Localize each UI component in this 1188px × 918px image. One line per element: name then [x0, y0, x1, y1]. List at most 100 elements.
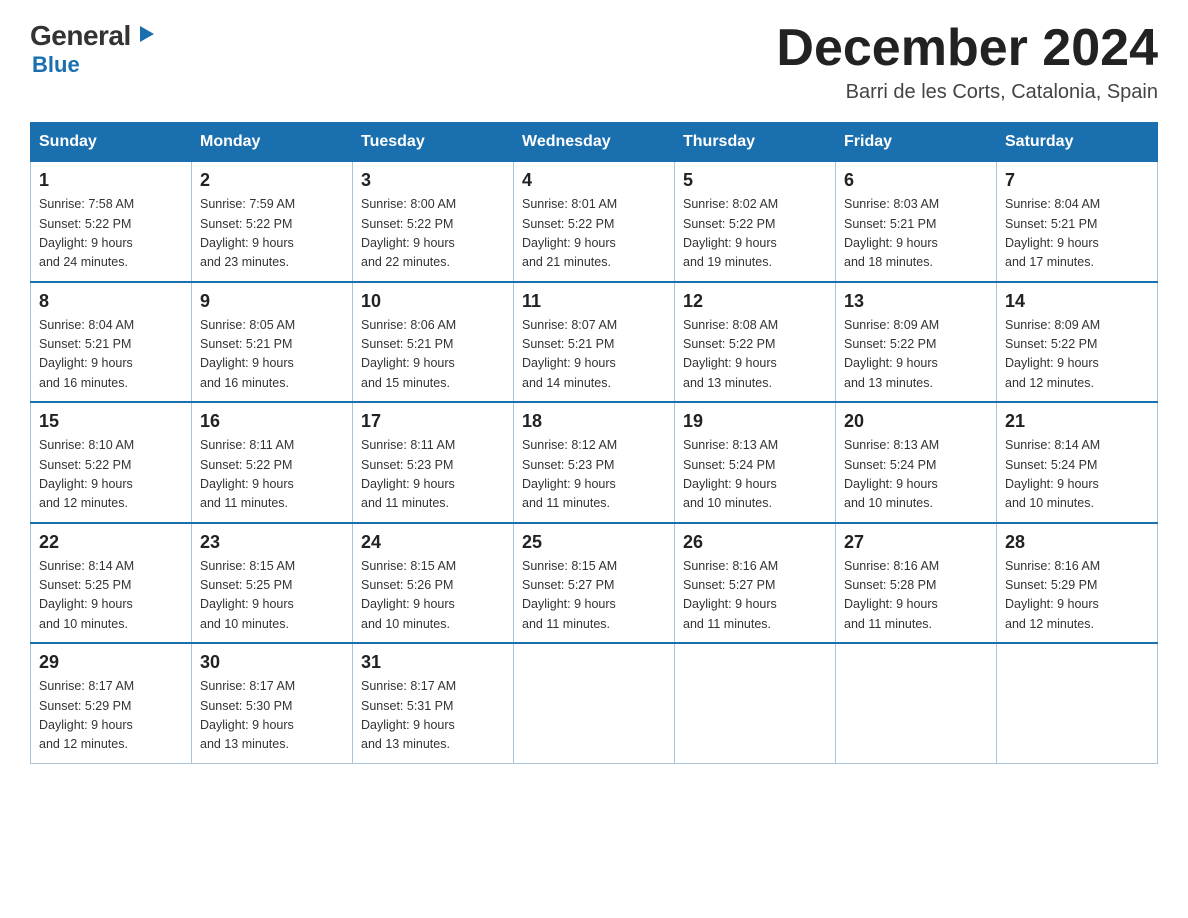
day-info: Sunrise: 7:59 AM Sunset: 5:22 PM Dayligh…: [200, 195, 344, 273]
day-number: 18: [522, 411, 666, 432]
day-number: 3: [361, 170, 505, 191]
day-info: Sunrise: 8:02 AM Sunset: 5:22 PM Dayligh…: [683, 195, 827, 273]
calendar-week-row: 8 Sunrise: 8:04 AM Sunset: 5:21 PM Daylig…: [31, 282, 1158, 403]
day-number: 27: [844, 532, 988, 553]
calendar-cell: 22 Sunrise: 8:14 AM Sunset: 5:25 PM Dayli…: [31, 523, 192, 644]
day-number: 11: [522, 291, 666, 312]
day-info: Sunrise: 8:17 AM Sunset: 5:31 PM Dayligh…: [361, 677, 505, 755]
calendar-cell: [997, 643, 1158, 763]
day-number: 5: [683, 170, 827, 191]
calendar-cell: 17 Sunrise: 8:11 AM Sunset: 5:23 PM Dayli…: [353, 402, 514, 523]
day-number: 7: [1005, 170, 1149, 191]
header-friday: Friday: [836, 123, 997, 162]
calendar-cell: 12Sunrise: 8:08 AM Sunset: 5:22 PM Dayli…: [675, 282, 836, 403]
calendar-week-row: 22 Sunrise: 8:14 AM Sunset: 5:25 PM Dayli…: [31, 523, 1158, 644]
calendar-cell: 26Sunrise: 8:16 AM Sunset: 5:27 PM Dayli…: [675, 523, 836, 644]
calendar-cell: 9 Sunrise: 8:05 AM Sunset: 5:21 PM Daylig…: [192, 282, 353, 403]
calendar-cell: 8 Sunrise: 8:04 AM Sunset: 5:21 PM Daylig…: [31, 282, 192, 403]
day-info: Sunrise: 8:15 AM Sunset: 5:27 PM Dayligh…: [522, 557, 666, 635]
day-info: Sunrise: 8:13 AM Sunset: 5:24 PM Dayligh…: [844, 436, 988, 514]
day-number: 12: [683, 291, 827, 312]
day-number: 22: [39, 532, 183, 553]
header-thursday: Thursday: [675, 123, 836, 162]
day-number: 23: [200, 532, 344, 553]
logo-blue-text: Blue: [32, 52, 80, 78]
day-info: Sunrise: 8:00 AM Sunset: 5:22 PM Dayligh…: [361, 195, 505, 273]
day-number: 30: [200, 652, 344, 673]
calendar-cell: 25 Sunrise: 8:15 AM Sunset: 5:27 PM Dayli…: [514, 523, 675, 644]
calendar-cell: [675, 643, 836, 763]
day-info: Sunrise: 8:16 AM Sunset: 5:29 PM Dayligh…: [1005, 557, 1149, 635]
day-number: 9: [200, 291, 344, 312]
header-saturday: Saturday: [997, 123, 1158, 162]
day-number: 6: [844, 170, 988, 191]
day-info: Sunrise: 8:11 AM Sunset: 5:22 PM Dayligh…: [200, 436, 344, 514]
day-number: 20: [844, 411, 988, 432]
header-tuesday: Tuesday: [353, 123, 514, 162]
calendar-cell: 16 Sunrise: 8:11 AM Sunset: 5:22 PM Dayli…: [192, 402, 353, 523]
day-number: 16: [200, 411, 344, 432]
day-info: Sunrise: 8:05 AM Sunset: 5:21 PM Dayligh…: [200, 316, 344, 394]
day-number: 10: [361, 291, 505, 312]
logo-general-text: General: [30, 20, 131, 52]
day-info: Sunrise: 8:10 AM Sunset: 5:22 PM Dayligh…: [39, 436, 183, 514]
day-number: 26: [683, 532, 827, 553]
day-info: Sunrise: 8:09 AM Sunset: 5:22 PM Dayligh…: [844, 316, 988, 394]
day-number: 21: [1005, 411, 1149, 432]
day-info: Sunrise: 8:09 AM Sunset: 5:22 PM Dayligh…: [1005, 316, 1149, 394]
day-number: 13: [844, 291, 988, 312]
calendar-cell: [514, 643, 675, 763]
logo: General Blue: [30, 20, 156, 78]
day-info: Sunrise: 8:04 AM Sunset: 5:21 PM Dayligh…: [1005, 195, 1149, 273]
day-info: Sunrise: 8:14 AM Sunset: 5:25 PM Dayligh…: [39, 557, 183, 635]
calendar-cell: 29 Sunrise: 8:17 AM Sunset: 5:29 PM Dayli…: [31, 643, 192, 763]
location-subtitle: Barri de les Corts, Catalonia, Spain: [776, 81, 1158, 104]
day-info: Sunrise: 8:01 AM Sunset: 5:22 PM Dayligh…: [522, 195, 666, 273]
day-info: Sunrise: 8:07 AM Sunset: 5:21 PM Dayligh…: [522, 316, 666, 394]
calendar-cell: 24Sunrise: 8:15 AM Sunset: 5:26 PM Dayli…: [353, 523, 514, 644]
header-wednesday: Wednesday: [514, 123, 675, 162]
day-info: Sunrise: 8:17 AM Sunset: 5:29 PM Dayligh…: [39, 677, 183, 755]
day-number: 28: [1005, 532, 1149, 553]
logo-triangle-icon: [134, 23, 156, 50]
calendar-cell: 1Sunrise: 7:58 AM Sunset: 5:22 PM Daylig…: [31, 162, 192, 282]
day-number: 15: [39, 411, 183, 432]
day-info: Sunrise: 8:13 AM Sunset: 5:24 PM Dayligh…: [683, 436, 827, 514]
calendar-week-row: 15 Sunrise: 8:10 AM Sunset: 5:22 PM Dayli…: [31, 402, 1158, 523]
calendar-week-row: 1Sunrise: 7:58 AM Sunset: 5:22 PM Daylig…: [31, 162, 1158, 282]
calendar-cell: 30 Sunrise: 8:17 AM Sunset: 5:30 PM Dayli…: [192, 643, 353, 763]
day-info: Sunrise: 8:17 AM Sunset: 5:30 PM Dayligh…: [200, 677, 344, 755]
calendar-cell: 19Sunrise: 8:13 AM Sunset: 5:24 PM Dayli…: [675, 402, 836, 523]
day-number: 14: [1005, 291, 1149, 312]
calendar-cell: 27Sunrise: 8:16 AM Sunset: 5:28 PM Dayli…: [836, 523, 997, 644]
calendar-table: SundayMondayTuesdayWednesdayThursdayFrid…: [30, 122, 1158, 764]
calendar-cell: 13 Sunrise: 8:09 AM Sunset: 5:22 PM Dayli…: [836, 282, 997, 403]
calendar-cell: 2Sunrise: 7:59 AM Sunset: 5:22 PM Daylig…: [192, 162, 353, 282]
day-number: 1: [39, 170, 183, 191]
header-monday: Monday: [192, 123, 353, 162]
calendar-cell: 14 Sunrise: 8:09 AM Sunset: 5:22 PM Dayli…: [997, 282, 1158, 403]
calendar-cell: 3 Sunrise: 8:00 AM Sunset: 5:22 PM Daylig…: [353, 162, 514, 282]
day-number: 8: [39, 291, 183, 312]
calendar-cell: 4 Sunrise: 8:01 AM Sunset: 5:22 PM Daylig…: [514, 162, 675, 282]
calendar-cell: 20 Sunrise: 8:13 AM Sunset: 5:24 PM Dayli…: [836, 402, 997, 523]
day-number: 25: [522, 532, 666, 553]
calendar-header-row: SundayMondayTuesdayWednesdayThursdayFrid…: [31, 123, 1158, 162]
calendar-cell: 15 Sunrise: 8:10 AM Sunset: 5:22 PM Dayli…: [31, 402, 192, 523]
day-info: Sunrise: 8:15 AM Sunset: 5:25 PM Dayligh…: [200, 557, 344, 635]
calendar-cell: 5 Sunrise: 8:02 AM Sunset: 5:22 PM Daylig…: [675, 162, 836, 282]
day-info: Sunrise: 8:06 AM Sunset: 5:21 PM Dayligh…: [361, 316, 505, 394]
calendar-cell: 11 Sunrise: 8:07 AM Sunset: 5:21 PM Dayli…: [514, 282, 675, 403]
day-number: 17: [361, 411, 505, 432]
day-info: Sunrise: 8:15 AM Sunset: 5:26 PM Dayligh…: [361, 557, 505, 635]
day-number: 31: [361, 652, 505, 673]
page-header: General Blue December 2024 Barri de les …: [30, 20, 1158, 104]
day-info: Sunrise: 8:11 AM Sunset: 5:23 PM Dayligh…: [361, 436, 505, 514]
calendar-cell: 7 Sunrise: 8:04 AM Sunset: 5:21 PM Daylig…: [997, 162, 1158, 282]
day-info: Sunrise: 8:14 AM Sunset: 5:24 PM Dayligh…: [1005, 436, 1149, 514]
calendar-cell: 28 Sunrise: 8:16 AM Sunset: 5:29 PM Dayli…: [997, 523, 1158, 644]
day-number: 4: [522, 170, 666, 191]
day-info: Sunrise: 8:04 AM Sunset: 5:21 PM Dayligh…: [39, 316, 183, 394]
calendar-cell: 6Sunrise: 8:03 AM Sunset: 5:21 PM Daylig…: [836, 162, 997, 282]
day-number: 29: [39, 652, 183, 673]
